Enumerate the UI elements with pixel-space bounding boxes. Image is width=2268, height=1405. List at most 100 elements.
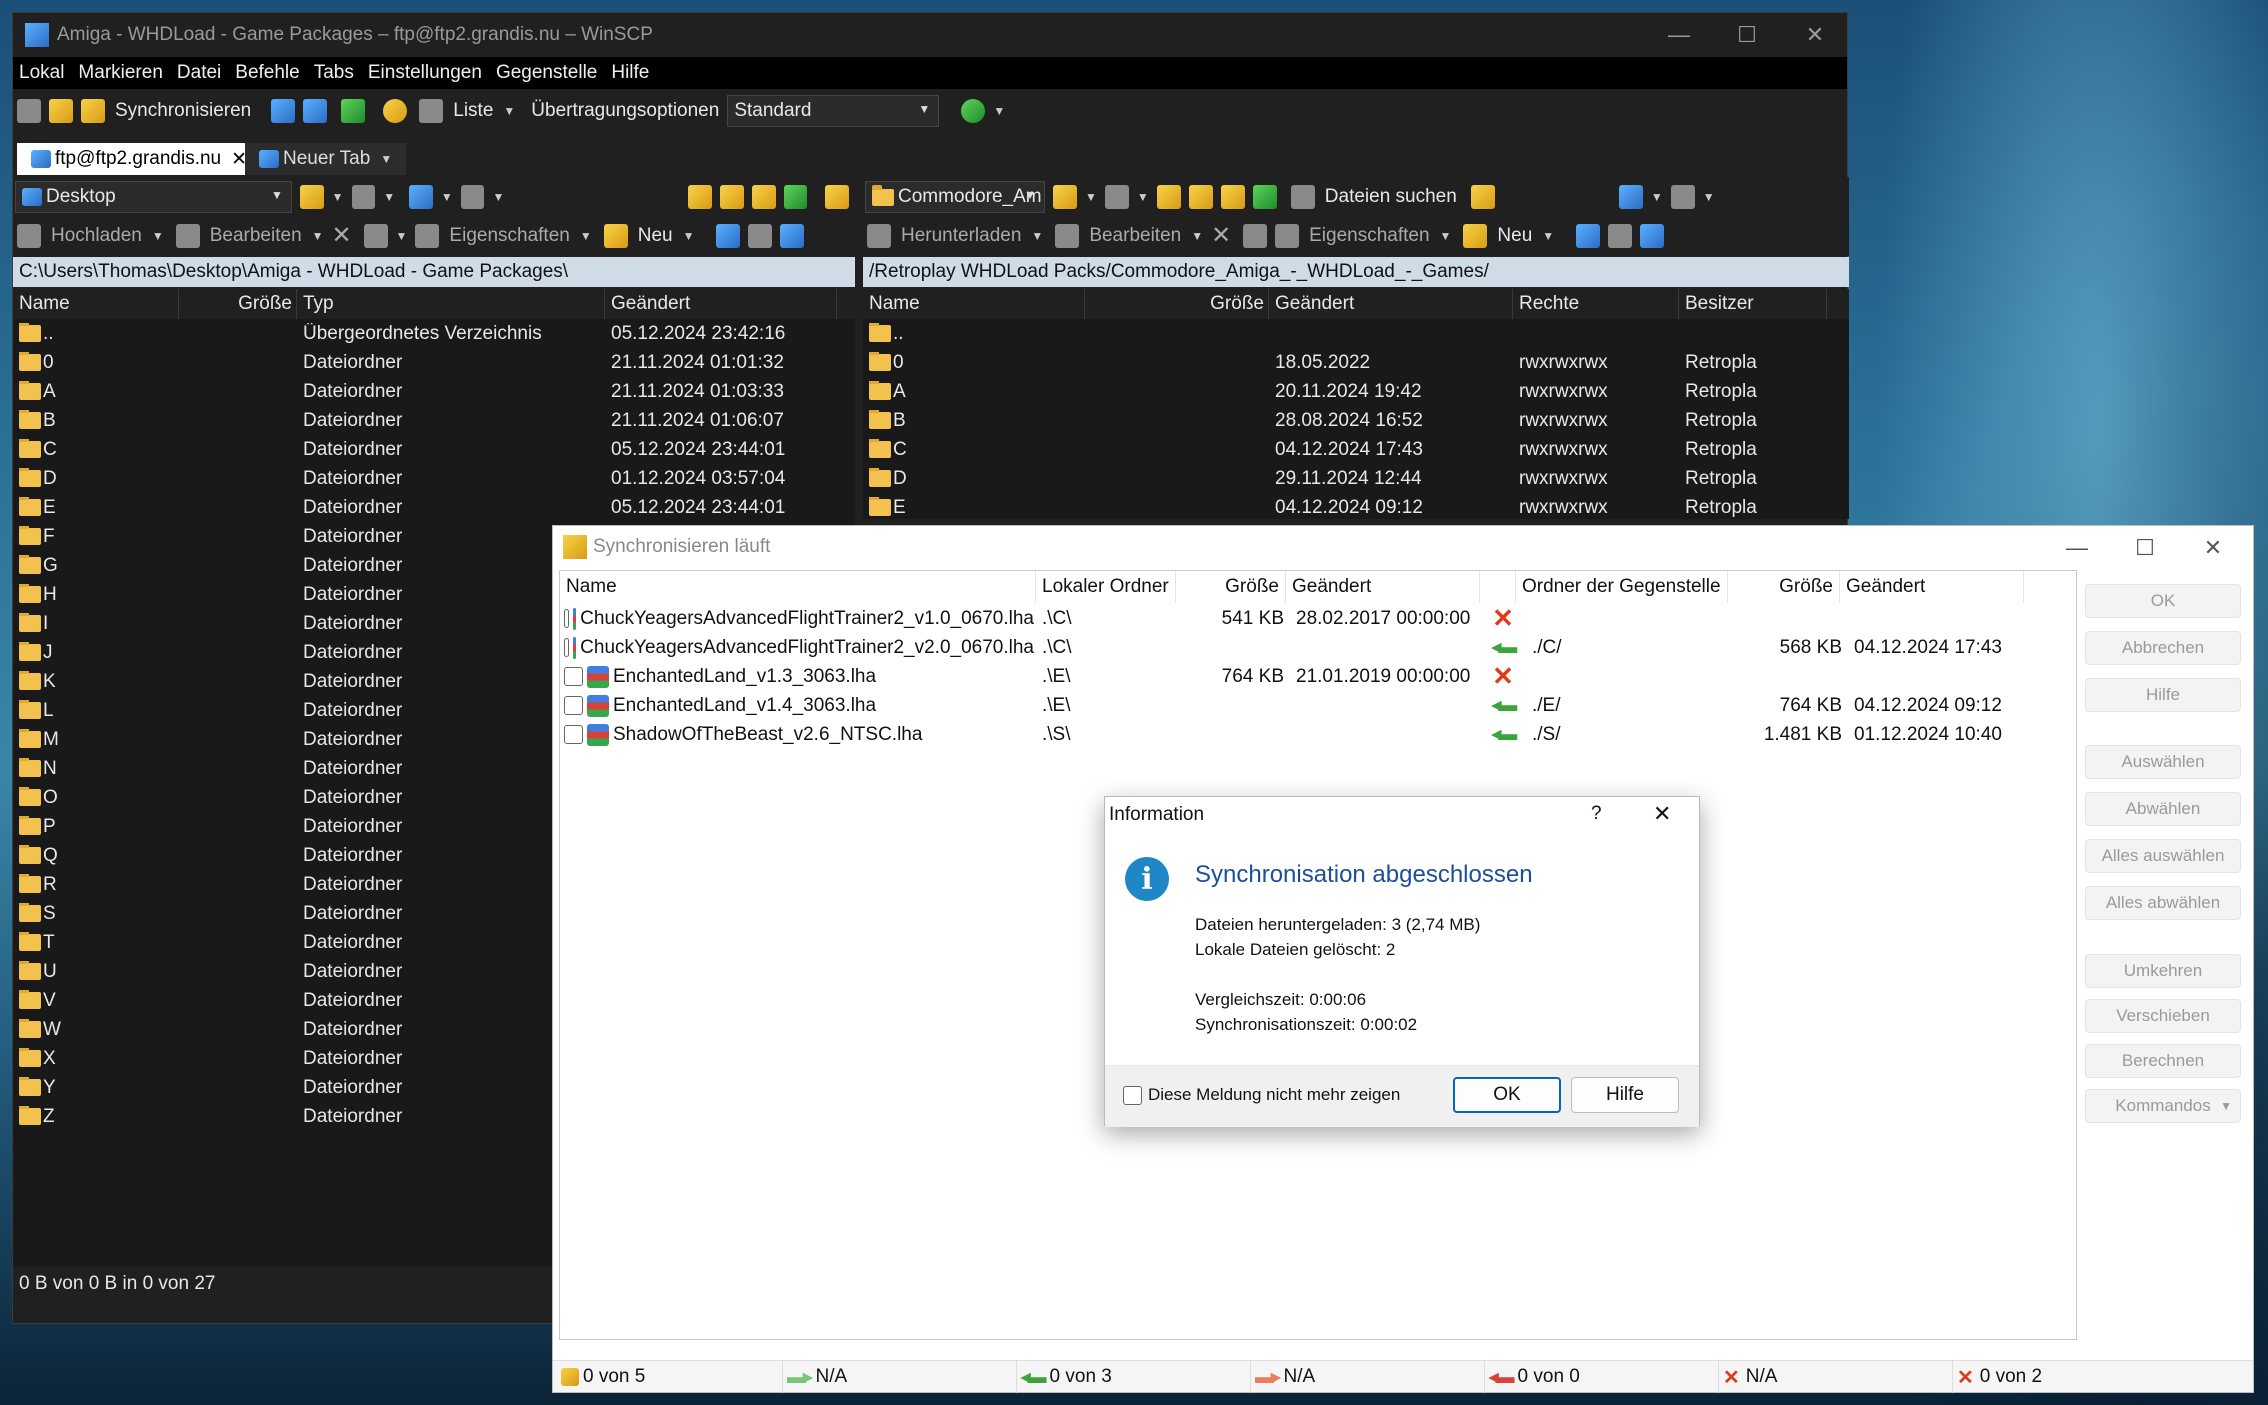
sync-select-all-button[interactable]: Alles auswählen bbox=[2085, 839, 2241, 873]
compare-directories-icon[interactable] bbox=[17, 99, 41, 123]
preferences-gear-icon[interactable] bbox=[383, 99, 408, 123]
remote-file-row[interactable]: D 29.11.2024 12:44 rwxrwxrwx Retropla bbox=[863, 464, 1849, 493]
rename-icon[interactable] bbox=[363, 224, 388, 248]
col-owner[interactable]: Besitzer bbox=[1679, 289, 1827, 319]
menu-lokal[interactable]: Lokal bbox=[19, 62, 64, 84]
remote-file-row[interactable]: C 04.12.2024 17:43 rwxrwxrwx Retropla bbox=[863, 435, 1849, 464]
sync-deselect-button[interactable]: Abwählen bbox=[2085, 792, 2241, 826]
select-plus-icon[interactable] bbox=[716, 224, 741, 248]
refresh-icon[interactable] bbox=[1252, 185, 1277, 209]
filter-funnel-icon[interactable] bbox=[780, 224, 805, 248]
menu-befehle[interactable]: Befehle bbox=[235, 62, 299, 84]
chevron-down-icon[interactable]: ▼ bbox=[492, 190, 504, 204]
menu-einstellungen[interactable]: Einstellungen bbox=[368, 62, 482, 84]
file-row[interactable]: .. Übergeordnetes Verzeichnis 05.12.2024 2… bbox=[13, 319, 855, 348]
properties-button[interactable]: Eigenschaften bbox=[1309, 225, 1429, 247]
chevron-down-icon[interactable]: ▼ bbox=[1542, 229, 1554, 243]
col-local-folder[interactable]: Lokaler Ordner bbox=[1036, 571, 1176, 603]
dialog-ok-button[interactable]: OK bbox=[1453, 1077, 1561, 1113]
list-button[interactable]: Liste bbox=[453, 100, 493, 122]
chevron-down-icon[interactable]: ▼ bbox=[1031, 229, 1043, 243]
remote-file-row[interactable]: A 20.11.2024 19:42 rwxrwxrwx Retropla bbox=[863, 377, 1849, 406]
synchronize-button[interactable]: Synchronisieren bbox=[115, 100, 251, 122]
new-button[interactable]: Neu bbox=[638, 225, 673, 247]
chevron-down-icon[interactable]: ▼ bbox=[383, 190, 395, 204]
sync-help-button[interactable]: Hilfe bbox=[2085, 678, 2241, 712]
select-plus-icon[interactable] bbox=[1576, 224, 1601, 248]
col-type[interactable]: Typ bbox=[297, 289, 605, 319]
putty-icon[interactable] bbox=[303, 99, 328, 123]
maximize-button[interactable]: ☐ bbox=[2111, 526, 2179, 570]
sync-row[interactable]: EnchantedLand_v1.3_3063.lha .\E\ 764 KB 21.… bbox=[560, 661, 2076, 691]
sync-deselect-all-button[interactable]: Alles abwählen bbox=[2085, 886, 2241, 920]
col-action[interactable] bbox=[1480, 571, 1516, 603]
rename-icon[interactable] bbox=[1243, 224, 1268, 248]
minimize-button[interactable]: — bbox=[1645, 13, 1713, 57]
file-row[interactable]: E Dateiordner 05.12.2024 23:44:01 bbox=[13, 493, 855, 522]
sync-row[interactable]: EnchantedLand_v1.4_3063.lha .\E\ ◂▬ ./E/764… bbox=[560, 691, 2076, 720]
remote-file-row[interactable]: E 04.12.2024 09:12 rwxrwxrwx Retropla bbox=[863, 493, 1849, 519]
parent-directory-icon[interactable] bbox=[1156, 185, 1181, 209]
chevron-down-icon[interactable]: ▼ bbox=[683, 229, 695, 243]
home-icon[interactable] bbox=[751, 185, 776, 209]
bookmarks-icon[interactable] bbox=[825, 185, 849, 209]
local-path-bar[interactable]: C:\Users\Thomas\Desktop\Amiga - WHDLoad … bbox=[13, 257, 855, 287]
preset-dropdown-icon[interactable]: ▼ bbox=[993, 104, 1005, 118]
remote-file-row[interactable]: .. bbox=[863, 319, 1849, 348]
col-size[interactable]: Größe bbox=[1085, 289, 1269, 319]
file-row[interactable]: 0 Dateiordner 21.11.2024 01:01:32 bbox=[13, 348, 855, 377]
chevron-down-icon[interactable]: ▼ bbox=[441, 190, 453, 204]
col-local-size[interactable]: Größe bbox=[1176, 571, 1286, 603]
chevron-down-icon[interactable]: ▼ bbox=[1137, 190, 1149, 204]
root-directory-icon[interactable] bbox=[1188, 185, 1213, 209]
chevron-down-icon[interactable]: ▼ bbox=[580, 229, 592, 243]
sync-row[interactable]: ChuckYeagersAdvancedFlightTrainer2_v2.0_… bbox=[560, 633, 2076, 662]
chevron-down-icon[interactable]: ▼ bbox=[1191, 229, 1203, 243]
remote-path-bar[interactable]: /Retroplay WHDLoad Packs/Commodore_Amiga… bbox=[863, 257, 1849, 287]
col-local-modified[interactable]: Geändert bbox=[1286, 571, 1480, 603]
chevron-down-icon[interactable]: ▼ bbox=[380, 152, 392, 166]
sync-commands-button[interactable]: Kommandos ▼ bbox=[2085, 1089, 2241, 1123]
console-icon[interactable] bbox=[271, 99, 296, 123]
properties-button[interactable]: Eigenschaften bbox=[449, 225, 569, 247]
delete-icon[interactable]: ✕ bbox=[332, 224, 356, 248]
dont-show-again-checkbox[interactable] bbox=[1123, 1085, 1142, 1105]
tab-new[interactable]: Neuer Tab ▼ bbox=[245, 143, 407, 175]
deselect-minus-icon[interactable] bbox=[748, 224, 773, 248]
queue-icon[interactable] bbox=[341, 99, 366, 123]
edit-button[interactable]: Bearbeiten bbox=[210, 225, 302, 247]
file-row[interactable]: B Dateiordner 21.11.2024 01:06:07 bbox=[13, 406, 855, 435]
edit-button[interactable]: Bearbeiten bbox=[1089, 225, 1181, 247]
sessions-icon[interactable] bbox=[419, 99, 444, 123]
menu-markieren[interactable]: Markieren bbox=[78, 62, 162, 84]
col-remote-size[interactable]: Größe bbox=[1728, 571, 1840, 603]
home-icon[interactable] bbox=[1220, 185, 1245, 209]
chevron-down-icon[interactable]: ▼ bbox=[332, 190, 344, 204]
sync-move-button[interactable]: Verschieben bbox=[2085, 999, 2241, 1033]
close-icon[interactable]: ✕ bbox=[1653, 801, 1671, 827]
bookmarks-icon[interactable] bbox=[1470, 185, 1495, 209]
dont-show-again-option[interactable]: Diese Meldung nicht mehr zeigen bbox=[1123, 1085, 1400, 1105]
sync-cancel-button[interactable]: Abbrechen bbox=[2085, 631, 2241, 665]
parent-directory-icon[interactable] bbox=[688, 185, 713, 209]
transfer-settings-select[interactable]: Standard ▼ bbox=[727, 95, 940, 127]
forward-arrow-icon[interactable] bbox=[1670, 185, 1695, 209]
remote-file-row[interactable]: 0 18.05.2022 rwxrwxrwx Retropla bbox=[863, 348, 1849, 377]
open-folder-icon[interactable] bbox=[299, 185, 324, 209]
find-files-button[interactable]: Dateien suchen bbox=[1325, 186, 1457, 208]
dialog-help-button[interactable]: Hilfe bbox=[1571, 1077, 1679, 1113]
remote-location-select[interactable]: Commodore_Am ▼ bbox=[865, 181, 1045, 213]
remote-file-list[interactable]: .. 0 18.05.2022 rwxrwxrwx Retropla A 20.11.202… bbox=[863, 319, 1849, 519]
transfer-preset-icon[interactable] bbox=[961, 99, 986, 123]
sync-row-checkbox[interactable] bbox=[564, 667, 583, 686]
sync-browsing-icon[interactable] bbox=[49, 99, 73, 123]
col-name[interactable]: Name bbox=[863, 289, 1085, 319]
list-dropdown-icon[interactable]: ▼ bbox=[503, 104, 515, 118]
sync-row[interactable]: ShadowOfTheBeast_v2.6_NTSC.lha .\S\ ◂▬ ./S/… bbox=[560, 720, 2076, 749]
sync-ok-button[interactable]: OK bbox=[2085, 584, 2241, 618]
download-button[interactable]: Herunterladen bbox=[901, 225, 1021, 247]
sync-calculate-button[interactable]: Berechnen bbox=[2085, 1044, 2241, 1078]
file-row[interactable]: C Dateiordner 05.12.2024 23:44:01 bbox=[13, 435, 855, 464]
upload-button[interactable]: Hochladen bbox=[51, 225, 142, 247]
chevron-down-icon[interactable]: ▼ bbox=[1440, 229, 1452, 243]
